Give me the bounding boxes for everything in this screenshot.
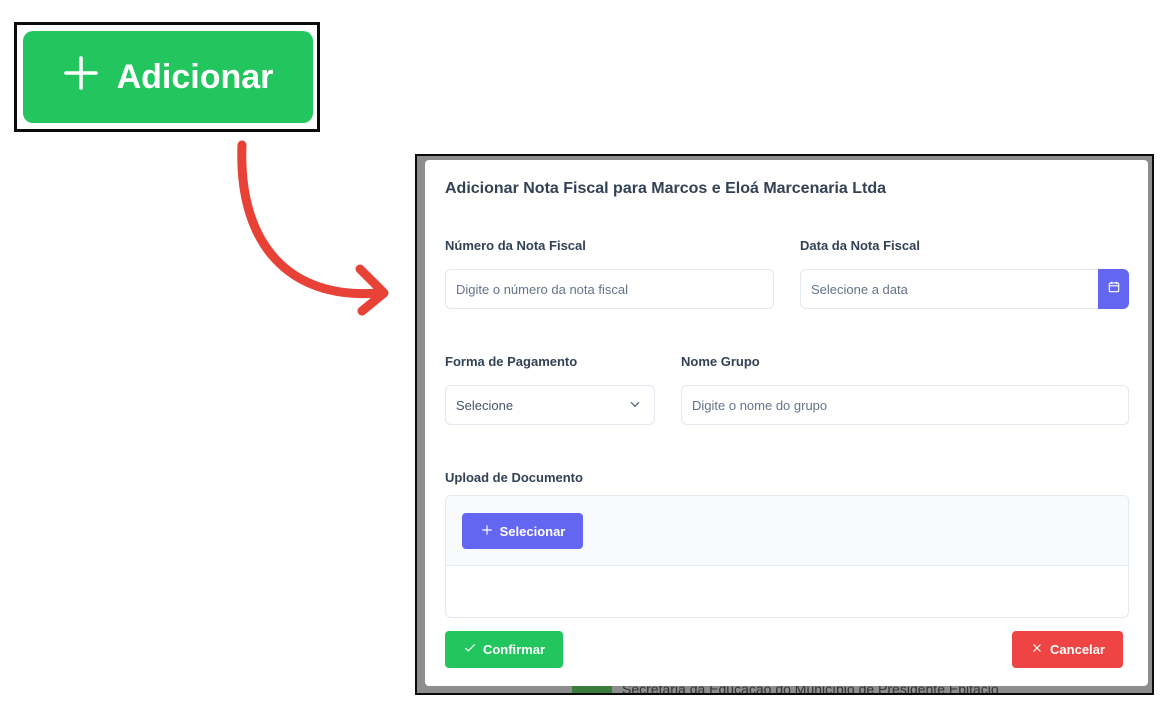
cancel-label: Cancelar (1050, 642, 1105, 657)
select-file-button[interactable]: Selecionar (462, 513, 583, 549)
callout-frame: Adicionar (14, 22, 320, 132)
chevron-down-icon (628, 397, 642, 414)
confirm-button[interactable]: Confirmar (445, 631, 563, 668)
calendar-button[interactable] (1098, 269, 1129, 309)
plus-icon (63, 55, 99, 100)
modal-title: Adicionar Nota Fiscal para Marcos e Eloá… (445, 180, 887, 197)
confirm-label: Confirmar (482, 642, 546, 657)
modal-screenshot: Secretaria da Educação do Município de P… (415, 154, 1154, 695)
add-invoice-modal: Adicionar Nota Fiscal para Marcos e Eloá… (425, 160, 1148, 686)
upload-header: Selecionar (446, 496, 1128, 566)
payment-method-value: Selecione (456, 397, 514, 413)
plus-icon (480, 523, 494, 540)
add-button[interactable]: Adicionar (23, 31, 313, 123)
calendar-icon (1107, 280, 1121, 299)
group-name-label: Nome Grupo (681, 354, 760, 369)
group-name-input[interactable] (681, 385, 1129, 425)
close-icon (1030, 641, 1044, 658)
cancel-button[interactable]: Cancelar (1012, 631, 1123, 668)
arrow-icon (237, 140, 389, 316)
select-file-label: Selecionar (499, 523, 566, 539)
payment-method-select[interactable]: Selecione (445, 385, 655, 425)
invoice-number-label: Número da Nota Fiscal (445, 238, 586, 253)
invoice-number-input[interactable] (445, 269, 774, 309)
invoice-date-input[interactable] (800, 269, 1100, 309)
check-icon (463, 641, 477, 658)
add-button-label: Adicionar (116, 57, 274, 96)
invoice-date-label: Data da Nota Fiscal (800, 238, 920, 253)
payment-method-label: Forma de Pagamento (445, 354, 578, 369)
upload-dropzone[interactable]: Selecionar (445, 495, 1129, 618)
upload-label: Upload de Documento (445, 470, 583, 485)
